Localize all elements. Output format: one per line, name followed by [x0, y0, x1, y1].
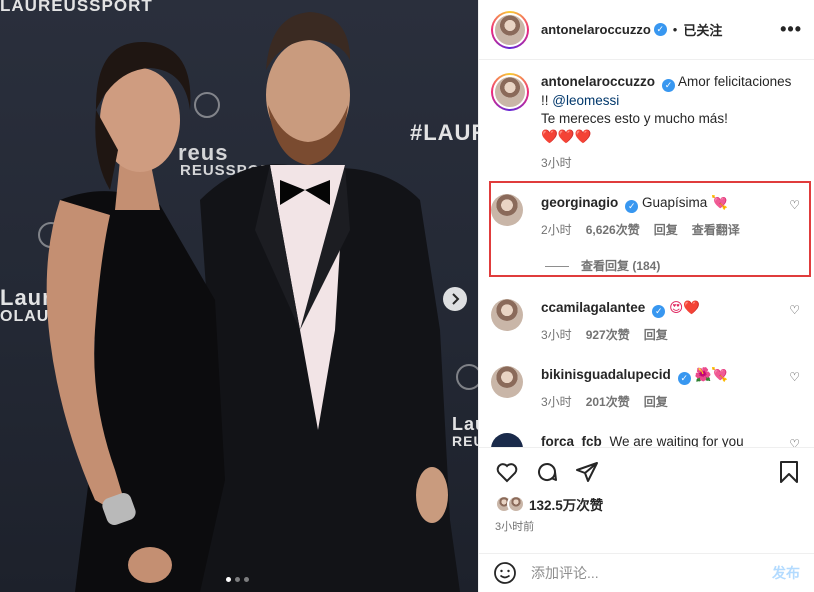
comment-username[interactable]: ccamilagalantee — [541, 300, 645, 315]
comment-text: We are waiting for you — [609, 434, 744, 447]
carousel-dots — [226, 577, 249, 582]
carousel-dot — [244, 577, 249, 582]
posted-time: 3小时前 — [495, 521, 535, 533]
carousel-dot — [235, 577, 240, 582]
comment-body: forca_fcb We are waiting for you — [541, 433, 802, 447]
caption: antonelaroccuzzo ✓ Amor felicitaciones !!… — [479, 61, 814, 172]
couple-figures — [46, 12, 460, 592]
verified-badge-icon: ✓ — [677, 372, 691, 385]
comment-text: Guapísima — [642, 195, 708, 210]
chevron-right-icon — [452, 293, 460, 305]
comment-item: bikinisguadalupecid ✓ 🌺💘 3小时 201次赞 回复 ♡ — [479, 366, 814, 411]
comment-meta: 3小时 927次赞 回复 — [541, 326, 802, 344]
heart-icon[interactable] — [495, 460, 519, 484]
comment-item: georginagio ✓ Guapísima 💘 2小时 6,626次赞 回复 … — [479, 194, 814, 275]
like-comment-heart-icon[interactable]: ♡ — [789, 437, 800, 447]
author-username[interactable]: antonelaroccuzzo — [541, 22, 651, 37]
reply-button[interactable]: 回复 — [644, 326, 668, 344]
verified-badge-icon: ✓ — [653, 23, 667, 36]
mention-link[interactable]: @leomessi — [552, 93, 619, 108]
comment-likes[interactable]: 201次赞 — [586, 393, 630, 411]
post-header: antonelaroccuzzo ✓ • 已关注 ••• — [479, 0, 814, 60]
like-comment-heart-icon[interactable]: ♡ — [789, 370, 800, 384]
comment-likes[interactable]: 6,626次赞 — [586, 221, 640, 239]
smiley-icon[interactable] — [493, 561, 517, 585]
likes-count: 132.5万次赞 — [529, 498, 604, 513]
view-replies-label: 查看回复 (184) — [581, 259, 661, 273]
instagram-post-viewer: LAUREUSSPORT #LAUR reus REUSSPORT Laur O… — [0, 0, 814, 592]
next-photo-button[interactable] — [443, 287, 467, 311]
action-row — [495, 460, 800, 484]
caption-body: antonelaroccuzzo ✓ Amor felicitaciones !!… — [541, 73, 802, 172]
caption-time: 3小时 — [541, 156, 572, 170]
comment-meta: 3小时 201次赞 回复 — [541, 393, 802, 411]
comment-username[interactable]: georginagio — [541, 195, 618, 210]
comment-icon[interactable] — [535, 460, 559, 484]
comment-time: 2小时 — [541, 223, 572, 237]
more-options-button[interactable]: ••• — [780, 19, 802, 40]
comment-time: 3小时 — [541, 328, 572, 342]
carousel-dot — [226, 577, 231, 582]
like-comment-heart-icon[interactable]: ♡ — [789, 303, 800, 317]
comment-body: ccamilagalantee ✓ 😍❤️ 3小时 927次赞 回复 — [541, 299, 802, 344]
comment-body: georginagio ✓ Guapísima 💘 2小时 6,626次赞 回复 … — [541, 194, 802, 275]
comment-item: ccamilagalantee ✓ 😍❤️ 3小时 927次赞 回复 ♡ — [479, 299, 814, 344]
like-comment-heart-icon[interactable]: ♡ — [789, 198, 800, 212]
comment-username[interactable]: bikinisguadalupecid — [541, 367, 671, 382]
comment-avatar[interactable] — [491, 194, 523, 226]
heart-emoji: ❤️❤️❤️ — [541, 129, 592, 144]
separator: • — [672, 22, 678, 37]
caption-text-2: Te mereces esto y mucho más! — [541, 111, 728, 126]
view-replies-button[interactable]: 查看回复 (184) — [545, 257, 802, 275]
verified-badge-icon: ✓ — [662, 79, 676, 92]
divider — [545, 265, 569, 267]
comment-item: forca_fcb We are waiting for you ♡ — [479, 433, 814, 447]
comment-emoji: 😍❤️ — [669, 300, 700, 315]
translate-button[interactable]: 查看翻译 — [692, 221, 740, 239]
comment-composer: 发布 — [479, 553, 814, 592]
comment-avatar[interactable] — [491, 433, 523, 447]
caption-meta: 3小时 — [541, 154, 802, 172]
reply-button[interactable]: 回复 — [644, 393, 668, 411]
verified-badge-icon: ✓ — [652, 305, 666, 318]
comment-body: bikinisguadalupecid ✓ 🌺💘 3小时 201次赞 回复 — [541, 366, 802, 411]
following-button[interactable]: 已关注 — [683, 20, 722, 39]
comment-emoji: 🌺💘 — [694, 367, 729, 382]
likes-summary[interactable]: 132.5万次赞 — [495, 494, 800, 514]
post-comment-button[interactable]: 发布 — [772, 563, 800, 583]
comment-input[interactable] — [531, 565, 772, 581]
verified-badge-icon: ✓ — [625, 200, 639, 213]
comment-emoji: 💘 — [711, 195, 728, 210]
comment-avatar[interactable] — [491, 366, 523, 398]
comments-list[interactable]: antonelaroccuzzo ✓ Amor felicitaciones !!… — [479, 61, 814, 447]
caption-avatar[interactable] — [491, 73, 529, 111]
comment-time: 3小时 — [541, 395, 572, 409]
post-photo[interactable]: LAUREUSSPORT #LAUR reus REUSSPORT Laur O… — [0, 0, 478, 592]
caption-username[interactable]: antonelaroccuzzo — [541, 74, 655, 89]
comment-username[interactable]: forca_fcb — [541, 434, 602, 447]
author-avatar[interactable] — [491, 10, 529, 49]
post-side-panel: antonelaroccuzzo ✓ • 已关注 ••• antonelaroc… — [478, 0, 814, 592]
comment-meta: 2小时 6,626次赞 回复 查看翻译 — [541, 221, 802, 239]
comment-likes[interactable]: 927次赞 — [586, 326, 630, 344]
bookmark-icon[interactable] — [778, 460, 800, 484]
reply-button[interactable]: 回复 — [654, 221, 678, 239]
comment-avatar[interactable] — [491, 299, 523, 331]
liker-avatar — [507, 495, 525, 513]
post-actions: 132.5万次赞 3小时前 — [479, 447, 814, 534]
share-icon[interactable] — [575, 460, 599, 484]
